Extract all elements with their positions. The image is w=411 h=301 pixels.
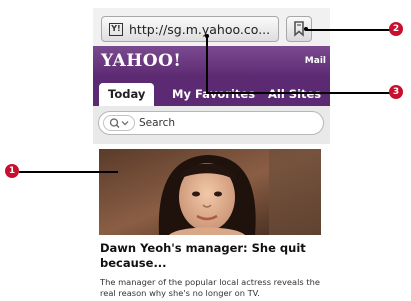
callout-line-3 [206, 92, 390, 94]
tab-all-sites[interactable]: All Sites [268, 83, 321, 106]
callout-line-2 [306, 29, 390, 31]
browser-toolbar: Y! http://sg.m.yahoo.co... [93, 8, 330, 46]
tab-today[interactable]: Today [99, 83, 155, 106]
mail-link[interactable]: Mail [305, 56, 326, 66]
callout-line-1 [19, 171, 118, 173]
yahoo-logo[interactable]: YAHOO! [101, 51, 181, 71]
search-placeholder: Search [139, 117, 176, 129]
search-icon [109, 118, 129, 128]
yahoo-header: YAHOO! Mail [93, 46, 330, 77]
callout-badge-3: 3 [389, 85, 403, 99]
callout-dot-2 [304, 27, 308, 31]
callout-badge-2: 2 [389, 22, 403, 36]
search-options-button[interactable] [103, 115, 135, 131]
url-bar[interactable]: Y! http://sg.m.yahoo.co... [101, 16, 279, 42]
news-headline[interactable]: Dawn Yeoh's manager: She quit because... [100, 241, 322, 271]
news-photo[interactable] [99, 149, 321, 235]
phone-screen: Y! http://sg.m.yahoo.co... YAHOO! Mail T… [93, 8, 330, 301]
callout-badge-1: 1 [5, 164, 19, 178]
callout-line-3-vertical [206, 36, 208, 94]
news-summary: The manager of the popular local actress… [100, 277, 320, 298]
favicon-icon: Y! [109, 22, 123, 36]
search-input[interactable]: Search [98, 111, 324, 135]
url-text[interactable]: http://sg.m.yahoo.co... [129, 22, 270, 37]
search-area: Search [93, 106, 330, 144]
news-story: Dawn Yeoh's manager: She quit because...… [93, 144, 330, 301]
tab-my-favorites[interactable]: My Favorites [172, 83, 255, 106]
